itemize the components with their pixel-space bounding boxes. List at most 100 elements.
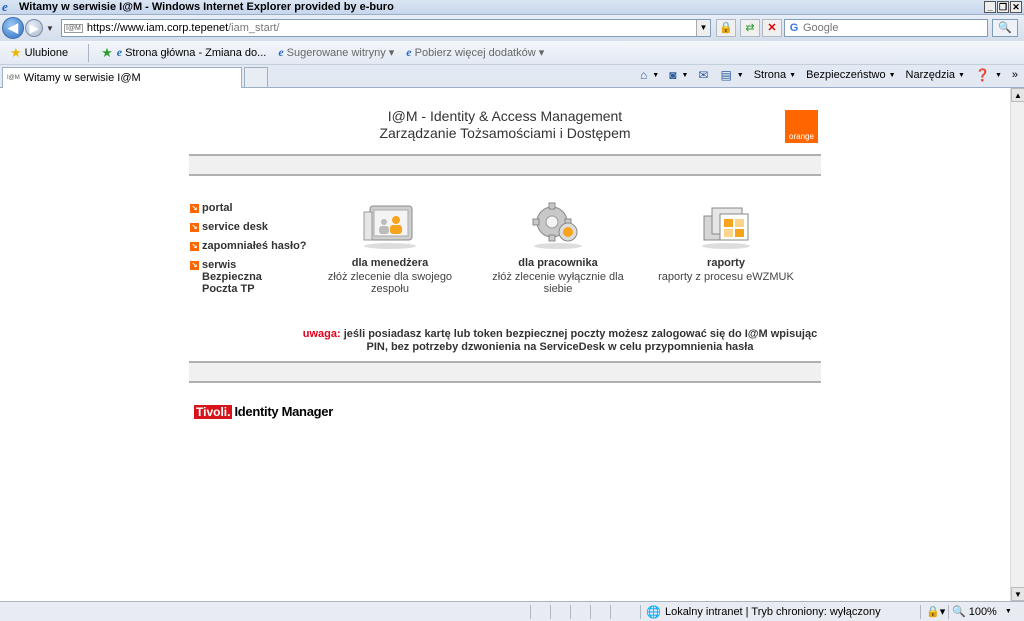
- status-divider: [920, 604, 921, 619]
- status-divider: [530, 604, 531, 619]
- more-chevron-icon[interactable]: »: [1012, 69, 1018, 81]
- search-input[interactable]: [803, 22, 983, 34]
- feeds-button[interactable]: ◙ ▼: [669, 68, 688, 82]
- arrow-bullet-icon: ↘: [190, 242, 199, 251]
- zoom-level: 100%: [968, 605, 997, 618]
- security-zone[interactable]: 🌐 Lokalny intranet | Tryb chroniony: wył…: [646, 605, 881, 619]
- print-button[interactable]: ▤ ▼: [720, 68, 743, 82]
- zoom-control[interactable]: 🔍 100% ▼: [952, 605, 1012, 619]
- history-dropdown-icon[interactable]: ▼: [46, 24, 54, 33]
- tile-reports-subtitle: raporty z procesu eWZMUK: [658, 271, 794, 283]
- tile-reports-title: raporty: [707, 257, 745, 269]
- ie-page-icon: e: [116, 45, 123, 59]
- restore-button[interactable]: ❐: [997, 1, 1009, 13]
- window-titlebar: e Witamy w serwisie I@M - Windows Intern…: [0, 0, 1024, 15]
- tile-employee-title: dla pracownika: [518, 257, 598, 269]
- search-box[interactable]: G: [784, 19, 988, 37]
- favorites-star-icon[interactable]: ★: [10, 45, 22, 61]
- lock-icon[interactable]: 🔒: [716, 19, 736, 37]
- google-icon: G: [789, 22, 799, 34]
- status-divider: [550, 604, 551, 619]
- arrow-bullet-icon: ↘: [190, 223, 199, 232]
- ie-page-icon: e: [278, 45, 284, 59]
- ie-page-icon: e: [406, 45, 412, 59]
- security-zone-text: Lokalny intranet | Tryb chroniony: wyłąc…: [664, 605, 881, 618]
- menu-item-service-desk[interactable]: ↘ service desk: [190, 221, 307, 233]
- navigation-bar: ◀ ▶ ▼ I@M https://www.iam.corp.tepenet/i…: [0, 15, 1024, 41]
- notice-text: uwaga: jeśli posiadasz kartę lub token b…: [300, 328, 820, 354]
- forward-button[interactable]: ▶: [25, 19, 43, 37]
- minimize-button[interactable]: _: [984, 1, 996, 13]
- favorite-link-suggested[interactable]: e Sugerowane witryny ▾: [278, 45, 394, 60]
- orange-logo: orange: [785, 110, 818, 143]
- separator: [88, 43, 90, 62]
- menu-item-forgot-password[interactable]: ↘ zapomniałeś hasło?: [190, 240, 307, 252]
- header-band: [189, 154, 821, 176]
- address-url[interactable]: https://www.iam.corp.tepenet/iam_start/: [87, 22, 280, 34]
- manager-monitor-icon: [363, 205, 416, 249]
- safety-menu[interactable]: Bezpieczeństwo ▼: [806, 69, 895, 81]
- tivoli-brand: Tivoli.: [194, 404, 233, 419]
- home-button[interactable]: ⌂ ▼: [640, 68, 659, 82]
- zoom-dropdown-icon[interactable]: ▼: [1005, 608, 1012, 615]
- arrow-bullet-icon: ↘: [190, 204, 199, 213]
- status-divider: [590, 604, 591, 619]
- favorite-link-addons[interactable]: e Pobierz więcej dodatków ▾: [406, 45, 544, 60]
- help-button[interactable]: ❓ ▼: [975, 68, 1002, 82]
- status-bar: 🌐 Lokalny intranet | Tryb chroniony: wył…: [0, 601, 1024, 621]
- gears-icon: [532, 202, 582, 249]
- home-icon: ⌂: [640, 68, 648, 82]
- page-menu[interactable]: Strona ▼: [754, 69, 796, 81]
- address-bar[interactable]: I@M https://www.iam.corp.tepenet/iam_sta…: [61, 19, 711, 37]
- address-dropdown-icon[interactable]: ▼: [696, 20, 710, 36]
- tile-manager-title: dla menedżera: [351, 257, 429, 269]
- tab-bar: I@M Witamy w serwisie I@M ⌂ ▼ ◙ ▼ ✉ ▤ ▼ Str…: [0, 65, 1024, 88]
- status-divider: [610, 604, 611, 619]
- notice-body: jeśli posiadasz kartę lub token bezpiecz…: [340, 328, 818, 353]
- status-divider: [640, 604, 641, 619]
- scroll-up-icon[interactable]: ▲: [1011, 88, 1024, 102]
- status-divider: [948, 604, 949, 619]
- status-divider: [570, 604, 571, 619]
- tab-active[interactable]: I@M Witamy w serwisie I@M: [2, 67, 242, 88]
- ie-logo-icon: e: [2, 0, 8, 14]
- notice-label: uwaga:: [302, 328, 341, 340]
- protected-mode-icon[interactable]: 🔒▾: [926, 605, 945, 618]
- search-button[interactable]: 🔍: [992, 19, 1018, 37]
- mail-icon: ✉: [698, 68, 709, 82]
- page-title: I@M - Identity & Access Management: [387, 108, 623, 124]
- add-favorite-icon[interactable]: ★: [101, 45, 113, 61]
- arrow-bullet-icon: ↘: [190, 261, 199, 270]
- zoom-icon: 🔍: [952, 606, 966, 618]
- intranet-globe-icon: 🌐: [646, 604, 661, 619]
- vertical-scrollbar[interactable]: ▲ ▼: [1010, 88, 1024, 601]
- reports-windows-icon: [702, 207, 750, 249]
- favorites-button[interactable]: Ulubione: [25, 47, 68, 59]
- menu-item-portal[interactable]: ↘ portal: [190, 202, 307, 214]
- rss-icon: ◙: [669, 68, 677, 82]
- tile-employee-subtitle: złóż zlecenie wyłącznie dla siebie: [492, 271, 624, 295]
- page-content: I@M - Identity & Access Management Zarzą…: [0, 88, 1010, 601]
- tile-manager[interactable]: dla menedżera złóż zlecenie dla swojego …: [310, 202, 470, 295]
- window-title: Witamy w serwisie I@M - Windows Internet…: [19, 1, 394, 13]
- mail-button[interactable]: ✉: [698, 68, 710, 82]
- page-subtitle: Zarządzanie Tożsamościami i Dostępem: [379, 125, 631, 141]
- menu-item-secure-mail[interactable]: ↘ serwis Bezpieczna Poczta TP: [190, 259, 307, 295]
- command-bar: ⌂ ▼ ◙ ▼ ✉ ▤ ▼ Strona ▼ Bezpieczeństwo ▼ Narzę…: [630, 68, 1018, 82]
- scroll-down-icon[interactable]: ▼: [1011, 587, 1024, 601]
- close-button[interactable]: ✕: [1010, 1, 1022, 13]
- help-icon: ❓: [974, 68, 990, 82]
- favorites-bar: ★ Ulubione ★ e Strona główna - Zmiana do.…: [0, 41, 1024, 65]
- footer-band: [189, 361, 821, 383]
- back-button[interactable]: ◀: [2, 17, 24, 39]
- favorite-link-home[interactable]: e Strona główna - Zmiana do...: [117, 45, 267, 60]
- tab-favicon-icon: I@M: [7, 75, 20, 81]
- stop-icon[interactable]: ✕: [762, 19, 782, 37]
- tile-employee[interactable]: dla pracownika złóż zlecenie wyłącznie d…: [478, 202, 638, 295]
- tivoli-logo: Tivoli. Identity Manager: [194, 404, 333, 419]
- refresh-icon[interactable]: ⇄: [740, 19, 760, 37]
- tile-reports[interactable]: raporty raporty z procesu eWZMUK: [646, 202, 806, 283]
- new-tab-button[interactable]: [244, 67, 268, 88]
- tools-menu[interactable]: Narzędzia ▼: [906, 69, 965, 81]
- side-menu: ↘ portal ↘ service desk ↘ zapomniałeś hasło…: [190, 202, 307, 302]
